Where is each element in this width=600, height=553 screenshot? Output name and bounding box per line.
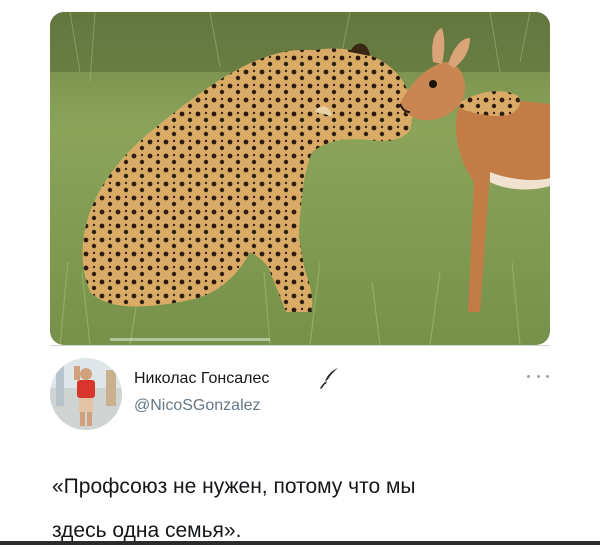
more-dots-icon	[536, 374, 540, 378]
tweet-text: «Профсоюз не нужен, потому что мы здесь …	[52, 465, 552, 553]
avatar[interactable]	[50, 358, 122, 430]
author-handle[interactable]: @NicoSGonzalez	[134, 397, 261, 415]
tweet-text-line: «Профсоюз не нужен, потому что мы	[52, 475, 416, 498]
author-name[interactable]: Николас Гонсалес	[134, 370, 269, 388]
author-avatar-image	[50, 358, 122, 430]
tweet-photo[interactable]	[50, 12, 550, 345]
feather-icon	[320, 368, 338, 389]
photo-divider	[50, 345, 550, 346]
more-dots-icon	[546, 374, 549, 378]
more-options-button[interactable]	[527, 369, 549, 383]
leopard-impala-image	[50, 12, 550, 345]
more-dots-icon	[527, 374, 530, 378]
tweet-text-line: здесь одна семья».	[52, 519, 242, 542]
cropped-edge	[0, 541, 600, 545]
